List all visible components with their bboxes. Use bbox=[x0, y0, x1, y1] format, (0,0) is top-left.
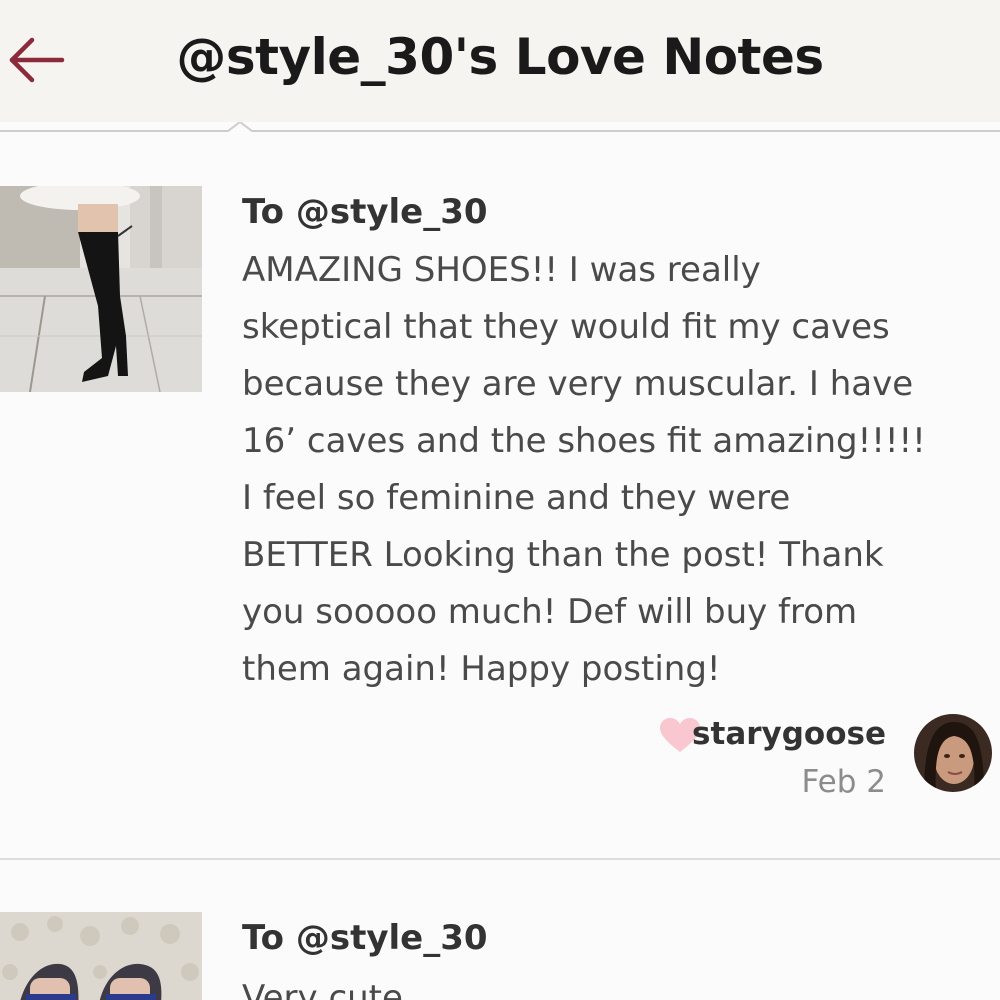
sandal-photo bbox=[0, 912, 202, 1000]
note-body-line: AMAZING SHOES!! I was really bbox=[242, 250, 761, 290]
boot-photo bbox=[0, 186, 202, 392]
listing-thumbnail[interactable] bbox=[0, 186, 202, 392]
header-divider bbox=[0, 122, 1000, 132]
author-avatar[interactable] bbox=[914, 714, 992, 792]
note-date: Feb 2 bbox=[801, 764, 886, 800]
note-body-line: 16’ caves and the shoes fit amazing!!!!! bbox=[242, 421, 926, 461]
note-body-line: skeptical that they would fit my caves bbox=[242, 307, 890, 347]
note-body-line: I feel so feminine and they were bbox=[242, 478, 791, 518]
author-username[interactable]: starygoose bbox=[692, 716, 886, 752]
note-body-line: BETTER Looking than the post! Thank bbox=[242, 535, 884, 575]
top-bar: @style_30's Love Notes bbox=[0, 0, 1000, 122]
note-body-line: you sooooo much! Def will buy from bbox=[242, 592, 858, 632]
love-note-card: To @style_30 Very cute bbox=[0, 860, 1000, 1000]
note-recipient: To @style_30 bbox=[242, 192, 488, 232]
note-body: AMAZING SHOES!! I was really skeptical t… bbox=[242, 242, 992, 698]
note-recipient: To @style_30 bbox=[242, 918, 488, 958]
listing-thumbnail[interactable] bbox=[0, 912, 202, 1000]
note-body-line: because they are very muscular. I have bbox=[242, 364, 914, 404]
note-body-line: Very cute bbox=[242, 978, 403, 1000]
note-body: Very cute bbox=[242, 970, 992, 1000]
note-body-line: them again! Happy posting! bbox=[242, 649, 721, 689]
love-note-card: To @style_30 AMAZING SHOES!! I was reall… bbox=[0, 140, 1000, 860]
page-title: @style_30's Love Notes bbox=[176, 28, 824, 86]
avatar-photo bbox=[914, 714, 992, 792]
